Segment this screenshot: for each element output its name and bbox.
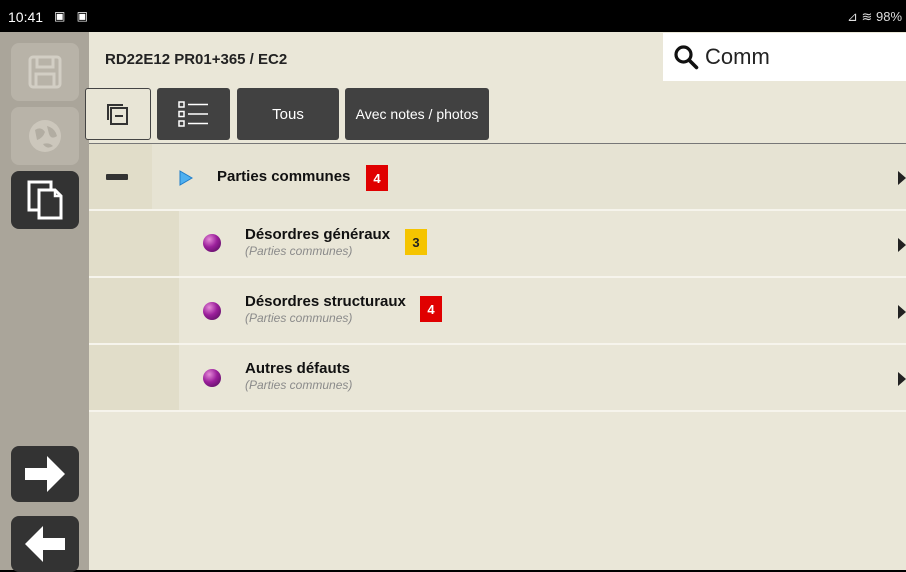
arrow-right-icon (25, 456, 65, 492)
item-title: Autres défauts (245, 360, 351, 377)
tree-item-row[interactable]: Désordres structuraux (Parties communes)… (89, 278, 906, 345)
page-title: RD22E12 PR01+365 / EC2 (105, 51, 288, 68)
collapse-cell[interactable] (89, 144, 152, 211)
item-title: Désordres généraux (245, 226, 391, 243)
main-panel: RD22E12 PR01+365 / EC2 Comm Tous Avec no… (85, 32, 906, 570)
header: RD22E12 PR01+365 / EC2 (89, 32, 906, 86)
collapse-all-button[interactable] (85, 88, 151, 140)
item-subtitle: (Parties communes) (245, 311, 353, 325)
group-title: Parties communes (217, 168, 351, 185)
chevron-right-icon[interactable] (898, 372, 906, 386)
count-badge: 4 (366, 165, 388, 191)
chevron-right-icon[interactable] (898, 238, 906, 252)
tous-button[interactable]: Tous (237, 88, 339, 140)
arrow-left-icon (25, 526, 65, 562)
status-dot-icon (203, 302, 221, 320)
sidebar (0, 32, 89, 572)
item-subtitle: (Parties communes) (245, 378, 353, 392)
minus-icon (106, 174, 128, 180)
back-button[interactable] (11, 516, 79, 572)
search-box[interactable] (663, 33, 906, 81)
globe-icon (29, 120, 61, 152)
tree-item-row[interactable]: Désordres généraux (Parties communes) 3 (89, 211, 906, 278)
copy-icon (27, 180, 63, 220)
item-subtitle: (Parties communes) (245, 244, 353, 258)
play-icon (179, 170, 193, 186)
item-title: Désordres structuraux (245, 293, 406, 310)
list-icon (177, 101, 208, 127)
next-button[interactable] (11, 446, 79, 502)
status-dot-icon (203, 234, 221, 252)
status-notification-icons: ▣ ▣ (54, 9, 93, 23)
globe-button[interactable] (11, 107, 79, 165)
save-icon (28, 55, 62, 89)
chevron-right-icon[interactable] (898, 305, 906, 319)
status-battery: ⊿ ≋ 98% (846, 9, 902, 24)
save-button[interactable] (11, 43, 79, 101)
search-icon[interactable] (673, 44, 699, 70)
count-badge: 4 (420, 296, 442, 322)
status-dot-icon (203, 369, 221, 387)
toolbar: Tous Avec notes / photos (85, 86, 906, 144)
tree-group-row[interactable]: Parties communes 4 (89, 144, 906, 211)
search-input[interactable] (705, 44, 895, 70)
status-bar: 10:41 ▣ ▣ ⊿ ≋ 98% (0, 0, 906, 32)
collapse-all-icon (107, 104, 128, 125)
avec-notes-photos-button[interactable]: Avec notes / photos (345, 88, 489, 140)
count-badge: 3 (405, 229, 427, 255)
list-view-button[interactable] (157, 88, 230, 140)
copy-button[interactable] (11, 171, 79, 229)
tree-item-row[interactable]: Autres défauts (Parties communes) (89, 345, 906, 412)
status-time: 10:41 (8, 9, 44, 25)
chevron-right-icon[interactable] (898, 171, 906, 185)
